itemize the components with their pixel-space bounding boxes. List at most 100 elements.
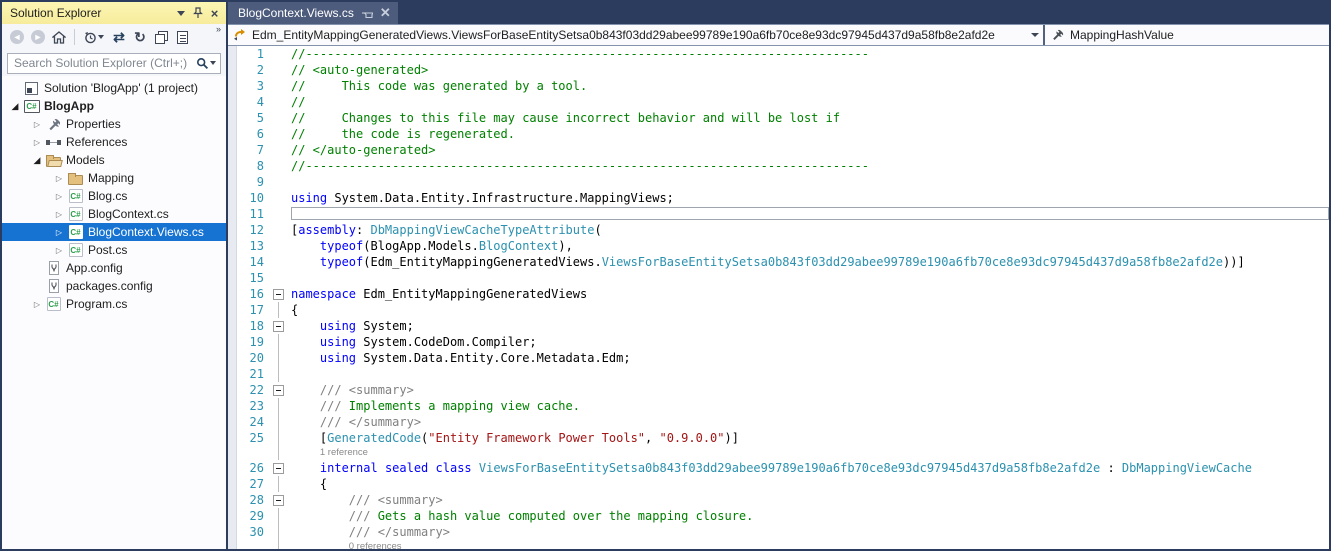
fold-margin [264, 476, 291, 492]
codelens-references[interactable]: 0 references [228, 540, 1329, 549]
tab-blogcontext-views[interactable]: BlogContext.Views.cs ✕ [228, 2, 398, 24]
csharp-file-icon: C# [68, 207, 83, 221]
tree-item-label: Mapping [88, 171, 135, 185]
code-line-30: 30 /// </summary> [228, 524, 1329, 540]
forward-button[interactable]: ► [29, 28, 47, 46]
tree-item-program-cs[interactable]: ▷ C# Program.cs [2, 295, 226, 313]
code-line-29: 29 /// Gets a hash value computed over t… [228, 508, 1329, 524]
solution-explorer-toolbar: ◄ ► ⇄ ↻ » [2, 24, 226, 50]
fold-margin [264, 190, 291, 206]
line-number: 30 [249, 525, 264, 539]
member-name: MappingHashValue [1070, 28, 1174, 42]
expander-collapsed-icon[interactable]: ▷ [52, 192, 66, 201]
fold-margin [264, 254, 291, 270]
window-position-button[interactable] [172, 5, 189, 22]
code-line-6: 6// the code is regenerated. [228, 126, 1329, 142]
fold-collapse-button[interactable] [264, 492, 291, 508]
chevron-down-icon [98, 35, 104, 39]
expander-collapsed-icon[interactable]: ▷ [52, 228, 66, 237]
home-button[interactable] [50, 28, 68, 46]
code-editor-surface[interactable]: 1//-------------------------------------… [228, 46, 1329, 549]
line-number: 23 [249, 399, 264, 413]
code-line-26: 26 internal sealed class ViewsForBaseEnt… [228, 460, 1329, 476]
line-number: 10 [249, 191, 264, 205]
line-number: 19 [249, 335, 264, 349]
references-icon [46, 137, 61, 147]
tree-item-blogapp[interactable]: ◢ C# BlogApp [2, 97, 226, 115]
tree-item-label: BlogContext.Views.cs [88, 225, 204, 239]
search-placeholder: Search Solution Explorer (Ctrl+;) [14, 56, 188, 70]
back-button[interactable]: ◄ [8, 28, 26, 46]
editor-group: BlogContext.Views.cs ✕ Edm_EntityMapping… [228, 2, 1329, 549]
tree-item-post-cs[interactable]: ▷ C# Post.cs [2, 241, 226, 259]
codelens-label[interactable]: 1 reference [291, 446, 368, 460]
tree-item-references[interactable]: ▷ References [2, 133, 226, 151]
tree-item-blog-cs[interactable]: ▷ C# Blog.cs [2, 187, 226, 205]
pin-button[interactable] [189, 5, 206, 22]
line-number: 6 [256, 127, 264, 141]
solution-explorer-title: Solution Explorer [10, 6, 102, 20]
code-lines: 1//-------------------------------------… [228, 46, 1329, 549]
tree-item-app-config[interactable]: App.config [2, 259, 226, 277]
type-dropdown-arrow[interactable] [1027, 33, 1043, 37]
code-line-10: 10 using System.Data.Entity.Infrastructur… [228, 190, 1329, 206]
expander-collapsed-icon[interactable]: ▷ [30, 120, 44, 129]
solution-explorer-titlebar[interactable]: Solution Explorer × [2, 2, 226, 24]
tab-close-button[interactable]: ✕ [380, 6, 391, 19]
line-number: 12 [249, 223, 264, 237]
fold-margin [264, 110, 291, 126]
line-number: 2 [256, 63, 264, 77]
pending-changes-filter-button[interactable] [81, 28, 107, 46]
expander-expanded-icon[interactable]: ◢ [8, 101, 22, 112]
csharp-file-icon: C# [68, 225, 83, 239]
show-all-files-button[interactable] [173, 28, 191, 46]
tree-item-properties[interactable]: ▷ Properties [2, 115, 226, 133]
member-dropdown[interactable]: MappingHashValue [1045, 25, 1329, 45]
sync-with-active-document-button[interactable]: ⇄ [110, 28, 128, 46]
fold-margin [264, 350, 291, 366]
pin-icon [192, 7, 203, 18]
codelens-label[interactable]: 0 references [291, 540, 402, 549]
tree-item-blogcontext-cs[interactable]: ▷ C# BlogContext.cs [2, 205, 226, 223]
fold-margin [264, 46, 291, 62]
tree-item-packages-config[interactable]: packages.config [2, 277, 226, 295]
type-dropdown[interactable]: Edm_EntityMappingGeneratedViews.ViewsFor… [228, 25, 1043, 45]
csharp-file-icon: C# [46, 297, 61, 311]
tree-item-mapping[interactable]: ▷ Mapping [2, 169, 226, 187]
tree-item-blogcontext-views-cs[interactable]: ▷ C# BlogContext.Views.cs [2, 223, 226, 241]
collapse-all-button[interactable] [152, 28, 170, 46]
fold-collapse-button[interactable] [264, 286, 291, 302]
fold-collapse-button[interactable] [264, 460, 291, 476]
home-icon [52, 30, 66, 44]
code-line-21: 21 [228, 366, 1329, 382]
code-line-8: 8//-------------------------------------… [228, 158, 1329, 174]
line-number: 11 [249, 207, 264, 221]
expander-expanded-icon[interactable]: ◢ [30, 155, 44, 166]
tree-item-label: App.config [66, 261, 123, 275]
tree-item-label: Solution 'BlogApp' (1 project) [44, 81, 199, 95]
visual-studio-window: Solution Explorer × ◄ ► ⇄ ↻ » Search Solutio… [0, 0, 1331, 551]
expander-collapsed-icon[interactable]: ▷ [52, 174, 66, 183]
navigation-bar: Edm_EntityMappingGeneratedViews.ViewsFor… [228, 24, 1329, 46]
search-options-chevron-icon[interactable] [210, 61, 216, 65]
expander-collapsed-icon[interactable]: ▷ [30, 138, 44, 147]
fold-margin [264, 142, 291, 158]
tab-pin-button[interactable] [361, 8, 373, 18]
expander-collapsed-icon[interactable]: ▷ [52, 246, 66, 255]
fold-collapse-button[interactable] [264, 318, 291, 334]
folder-icon [68, 172, 83, 185]
close-button[interactable]: × [206, 5, 223, 22]
tree-item-models[interactable]: ◢ Models [2, 151, 226, 169]
tree-item-label: Models [66, 153, 105, 167]
expander-collapsed-icon[interactable]: ▷ [52, 210, 66, 219]
fold-margin [264, 524, 291, 540]
fold-margin [264, 62, 291, 78]
fold-collapse-button[interactable] [264, 382, 291, 398]
codelens-references[interactable]: 1 reference [228, 446, 1329, 460]
toolbar-overflow-icon[interactable]: » [216, 24, 222, 34]
tree-item-solution-blogapp-1-project[interactable]: Solution 'BlogApp' (1 project) [2, 79, 226, 97]
refresh-button[interactable]: ↻ [131, 28, 149, 46]
forward-icon: ► [31, 30, 45, 44]
search-input[interactable]: Search Solution Explorer (Ctrl+;) [7, 52, 221, 74]
expander-collapsed-icon[interactable]: ▷ [30, 300, 44, 309]
